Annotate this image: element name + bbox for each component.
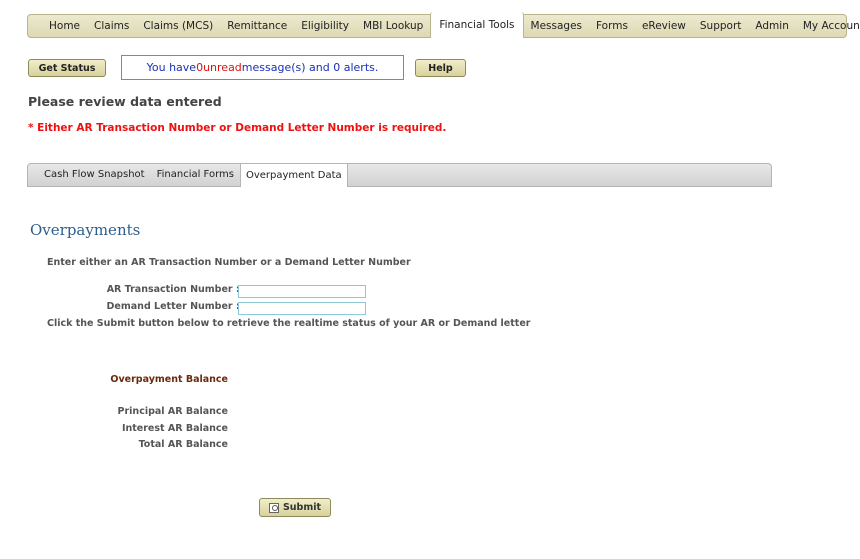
page-title: Overpayments — [30, 221, 141, 239]
principal-balance-label: Principal AR Balance — [117, 406, 228, 417]
nav-mbi-lookup[interactable]: MBI Lookup — [356, 14, 430, 38]
nav-messages[interactable]: Messages — [524, 14, 590, 38]
nav-financial-tools[interactable]: Financial Tools — [430, 12, 524, 38]
overpayment-balance-heading: Overpayment Balance — [110, 374, 228, 385]
tab-cash-flow-snapshot[interactable]: Cash Flow Snapshot — [38, 164, 151, 186]
unread-count: 0 — [196, 61, 204, 74]
tab-financial-forms[interactable]: Financial Forms — [151, 164, 240, 186]
nav-support[interactable]: Support — [693, 14, 749, 38]
nav-claims-mcs[interactable]: Claims (MCS) — [136, 14, 220, 38]
submit-instruction: Click the Submit button below to retriev… — [47, 318, 531, 329]
financial-subtabs: Cash Flow Snapshot Financial Forms Overp… — [27, 163, 772, 187]
get-status-button[interactable]: Get Status — [28, 59, 106, 77]
demand-letter-input[interactable] — [238, 302, 366, 315]
nav-remittance[interactable]: Remittance — [220, 14, 294, 38]
message-prefix: You have — [146, 61, 197, 74]
entry-instruction: Enter either an AR Transaction Number or… — [47, 257, 411, 268]
total-balance-label: Total AR Balance — [138, 439, 228, 450]
review-heading: Please review data entered — [28, 94, 222, 109]
error-message: * Either AR Transaction Number or Demand… — [28, 122, 447, 134]
magnifier-icon — [268, 502, 279, 513]
ar-transaction-input[interactable] — [238, 285, 366, 298]
nav-admin[interactable]: Admin — [748, 14, 795, 38]
top-nav: Home Claims Claims (MCS) Remittance Elig… — [27, 12, 860, 38]
unread-word: unread — [203, 61, 242, 74]
nav-ereview[interactable]: eReview — [635, 14, 693, 38]
nav-claims[interactable]: Claims — [87, 14, 136, 38]
ar-transaction-label: AR Transaction Number : * — [106, 284, 248, 295]
nav-forms[interactable]: Forms — [589, 14, 635, 38]
nav-eligibility[interactable]: Eligibility — [294, 14, 356, 38]
submit-label: Submit — [282, 502, 322, 513]
interest-balance-label: Interest AR Balance — [121, 423, 228, 434]
message-suffix: message(s) and 0 alerts. — [241, 61, 379, 74]
help-button[interactable]: Help — [415, 59, 466, 77]
demand-letter-label: Demand Letter Number : * — [106, 301, 248, 312]
nav-home[interactable]: Home — [42, 14, 87, 38]
tab-overpayment-data[interactable]: Overpayment Data — [239, 163, 348, 187]
nav-my-account[interactable]: My Account — [796, 14, 860, 38]
message-status-box: You have 0 unread message(s) and 0 alert… — [121, 55, 404, 80]
submit-button[interactable]: Submit — [259, 498, 331, 517]
